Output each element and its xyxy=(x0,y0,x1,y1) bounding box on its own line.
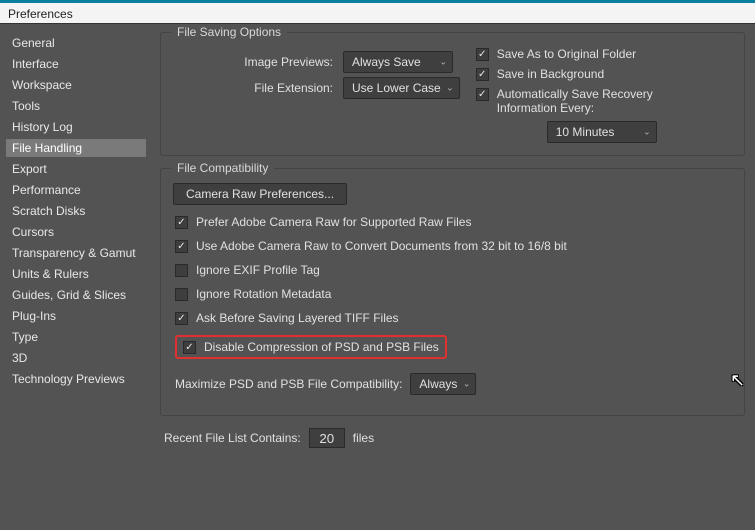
sidebar-item-tools[interactable]: Tools xyxy=(6,97,146,115)
sidebar-item-technology-previews[interactable]: Technology Previews xyxy=(6,370,146,388)
recent-files-input[interactable] xyxy=(309,428,345,448)
file-extension-select[interactable]: Use Lower Case ⌄ xyxy=(343,77,460,99)
save-in-background-label: Save in Background xyxy=(497,67,604,81)
sidebar-item-transparency-gamut[interactable]: Transparency & Gamut xyxy=(6,244,146,262)
prefer-acr-checkbox[interactable] xyxy=(175,216,188,229)
prefer-acr-label: Prefer Adobe Camera Raw for Supported Ra… xyxy=(196,215,471,229)
use-acr-32bit-label: Use Adobe Camera Raw to Convert Document… xyxy=(196,239,567,253)
file-extension-value: Use Lower Case xyxy=(352,81,441,95)
preferences-sidebar: General Interface Workspace Tools Histor… xyxy=(0,24,150,530)
recent-files-label: Recent File List Contains: xyxy=(164,431,301,445)
sidebar-item-interface[interactable]: Interface xyxy=(6,55,146,73)
ignore-rotation-label: Ignore Rotation Metadata xyxy=(196,287,331,301)
chevron-down-icon: ⌄ xyxy=(446,83,454,94)
save-as-original-folder-checkbox[interactable] xyxy=(476,48,489,61)
maximize-compat-select[interactable]: Always ⌄ xyxy=(410,373,476,395)
sidebar-item-scratch-disks[interactable]: Scratch Disks xyxy=(6,202,146,220)
file-compatibility-group: File Compatibility Camera Raw Preference… xyxy=(160,168,745,416)
file-extension-label: File Extension: xyxy=(173,81,333,95)
sidebar-item-performance[interactable]: Performance xyxy=(6,181,146,199)
auto-save-interval-select[interactable]: 10 Minutes ⌄ xyxy=(547,121,657,143)
ignore-rotation-checkbox[interactable] xyxy=(175,288,188,301)
image-previews-select[interactable]: Always Save ⌄ xyxy=(343,51,453,73)
ask-tiff-checkbox[interactable] xyxy=(175,312,188,325)
save-in-background-checkbox[interactable] xyxy=(476,68,489,81)
sidebar-item-export[interactable]: Export xyxy=(6,160,146,178)
ignore-exif-label: Ignore EXIF Profile Tag xyxy=(196,263,320,277)
auto-save-recovery-checkbox[interactable] xyxy=(476,88,489,101)
ignore-exif-checkbox[interactable] xyxy=(175,264,188,277)
sidebar-item-cursors[interactable]: Cursors xyxy=(6,223,146,241)
file-compatibility-legend: File Compatibility xyxy=(171,161,274,175)
window-title: Preferences xyxy=(8,7,73,21)
sidebar-item-units-rulers[interactable]: Units & Rulers xyxy=(6,265,146,283)
save-as-original-folder-label: Save As to Original Folder xyxy=(497,47,636,61)
sidebar-item-workspace[interactable]: Workspace xyxy=(6,76,146,94)
use-acr-32bit-checkbox[interactable] xyxy=(175,240,188,253)
disable-compression-checkbox[interactable] xyxy=(183,341,196,354)
sidebar-item-plug-ins[interactable]: Plug-Ins xyxy=(6,307,146,325)
auto-save-recovery-label: Automatically Save Recovery Information … xyxy=(497,87,697,115)
chevron-down-icon: ⌄ xyxy=(643,127,651,138)
maximize-compat-label: Maximize PSD and PSB File Compatibility: xyxy=(175,377,402,391)
disable-compression-label: Disable Compression of PSD and PSB Files xyxy=(204,340,439,354)
recent-files-suffix: files xyxy=(353,431,374,445)
chevron-down-icon: ⌄ xyxy=(463,379,471,390)
image-previews-label: Image Previews: xyxy=(173,55,333,69)
chevron-down-icon: ⌄ xyxy=(439,57,447,68)
preferences-main-panel: File Saving Options Image Previews: Alwa… xyxy=(150,24,755,530)
file-saving-options-group: File Saving Options Image Previews: Alwa… xyxy=(160,32,745,156)
sidebar-item-general[interactable]: General xyxy=(6,34,146,52)
camera-raw-preferences-button[interactable]: Camera Raw Preferences... xyxy=(173,183,347,205)
disable-compression-highlight: Disable Compression of PSD and PSB Files xyxy=(175,335,447,359)
window-titlebar: Preferences xyxy=(0,0,755,24)
sidebar-item-type[interactable]: Type xyxy=(6,328,146,346)
maximize-compat-value: Always xyxy=(419,377,457,391)
sidebar-item-3d[interactable]: 3D xyxy=(6,349,146,367)
file-saving-legend: File Saving Options xyxy=(171,25,287,39)
auto-save-interval-value: 10 Minutes xyxy=(556,125,615,139)
sidebar-item-guides-grid-slices[interactable]: Guides, Grid & Slices xyxy=(6,286,146,304)
sidebar-item-history-log[interactable]: History Log xyxy=(6,118,146,136)
ask-tiff-label: Ask Before Saving Layered TIFF Files xyxy=(196,311,399,325)
image-previews-value: Always Save xyxy=(352,55,421,69)
sidebar-item-file-handling[interactable]: File Handling xyxy=(6,139,146,157)
